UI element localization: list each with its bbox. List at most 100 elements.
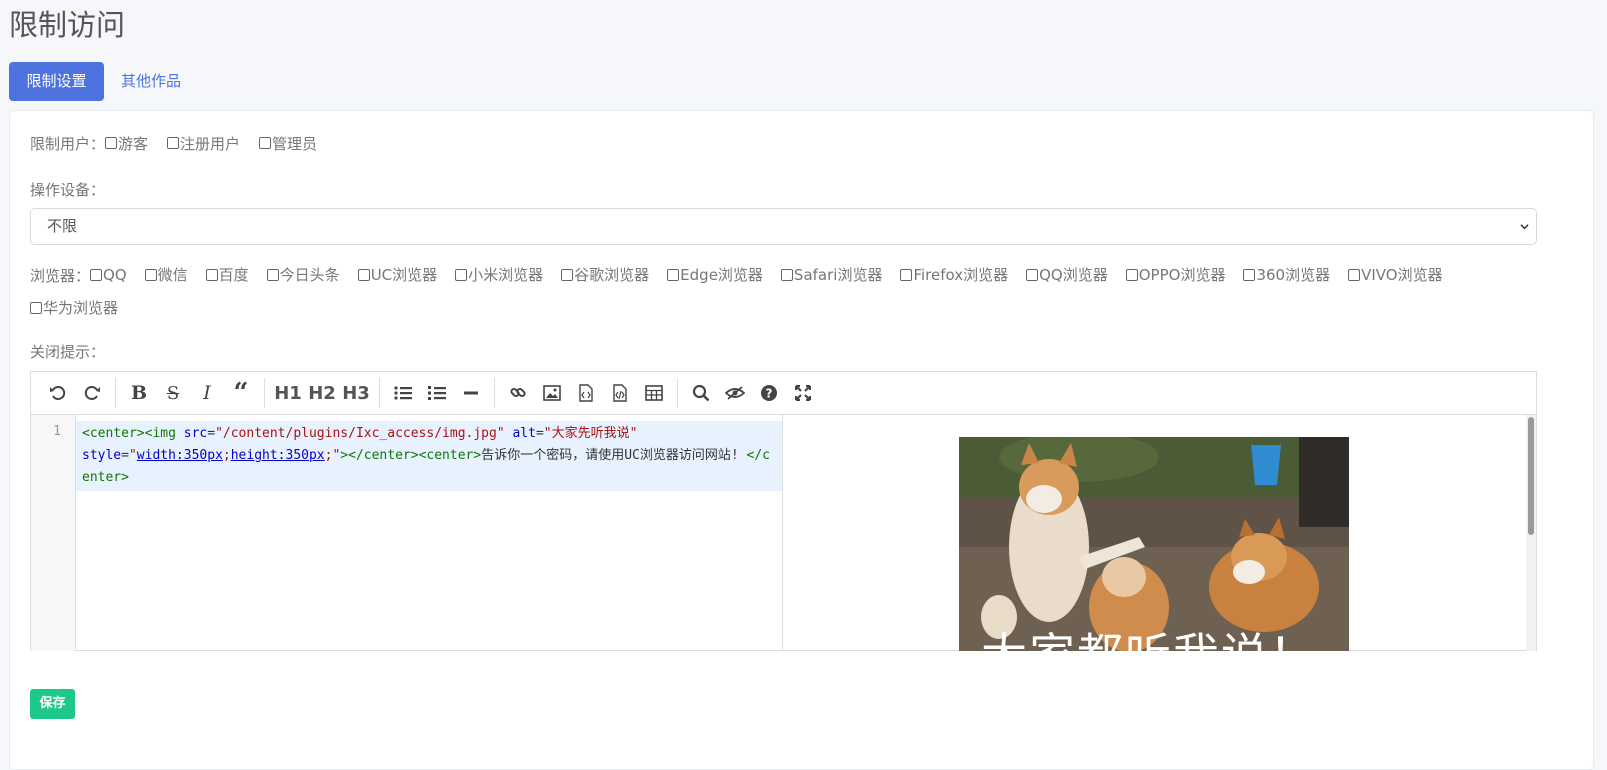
code-line[interactable]: <center><img src = "/content/plugins/Ixc_a… (76, 421, 782, 491)
browser-option-baidu[interactable]: 百度 (205, 259, 249, 291)
page-title: 限制访问 (9, 8, 126, 42)
code-editor[interactable]: <center><img src = "/content/plugins/Ixc_a… (76, 415, 783, 651)
preview-caption: 大家都听我说！ (981, 619, 1317, 651)
redo-icon[interactable] (75, 378, 109, 408)
browser-option-chrome[interactable]: 谷歌浏览器 (561, 259, 649, 291)
restrict-guest-option[interactable]: 游客 (105, 133, 148, 154)
save-button[interactable]: 保存 (30, 689, 75, 719)
browser-option-360[interactable]: 360浏览器 (1243, 259, 1330, 291)
browser-option-toutiao[interactable]: 今日头条 (266, 259, 340, 291)
code-token: <center><img (82, 426, 184, 441)
browser-option-label: 小米浏览器 (468, 266, 544, 284)
preview-toggle-icon[interactable] (718, 378, 752, 408)
browser-checkbox[interactable] (266, 269, 279, 281)
code-token: src (183, 426, 208, 441)
admin-checkbox[interactable] (259, 137, 272, 149)
browser-checkbox[interactable] (561, 269, 574, 281)
browser-option-xiaomi[interactable]: 小米浏览器 (455, 259, 543, 291)
browser-option-oppo[interactable]: OPPO浏览器 (1125, 259, 1226, 291)
browser-option-label: VIVO浏览器 (1361, 266, 1443, 284)
browser-checkbox[interactable] (900, 269, 913, 281)
browser-option-label: OPPO浏览器 (1138, 266, 1226, 284)
browser-checkbox[interactable] (1243, 269, 1256, 281)
heading1-button[interactable]: H1 (271, 378, 305, 408)
restrict-admin-option[interactable]: 管理员 (259, 133, 317, 154)
image-icon[interactable] (535, 378, 569, 408)
browser-checkbox[interactable] (205, 269, 218, 281)
browser-checkbox[interactable] (357, 269, 370, 281)
toolbar-divider (115, 378, 116, 408)
browser-checkbox[interactable] (1026, 269, 1039, 281)
device-label: 操作设备： (30, 181, 106, 199)
toolbar-divider (677, 378, 678, 408)
horizontal-rule-icon[interactable] (454, 378, 488, 408)
browser-checkbox[interactable] (30, 302, 42, 314)
code-token: style (82, 448, 122, 463)
registered-checkbox[interactable] (167, 137, 180, 149)
strikethrough-icon[interactable]: S (156, 378, 190, 408)
table-icon[interactable] (637, 378, 671, 408)
editor-toolbar: B S I “ H1 H2 H3 ? (31, 372, 1536, 415)
browser-option-firefox[interactable]: Firefox浏览器 (900, 259, 1008, 291)
heading2-button[interactable]: H2 (305, 378, 339, 408)
code-token: 告诉你一个密码，请使用UC浏览器访问网站! (481, 448, 747, 463)
markdown-editor: B S I “ H1 H2 H3 ? 1 <center><img src="/… (30, 371, 1537, 651)
browser-checkbox[interactable] (780, 269, 793, 281)
code-token: = (121, 448, 129, 463)
browser-option-wechat[interactable]: 微信 (144, 259, 188, 291)
ordered-list-icon[interactable] (420, 378, 454, 408)
browser-option-edge[interactable]: Edge浏览器 (667, 259, 763, 291)
browser-checkbox[interactable] (144, 269, 157, 281)
italic-icon[interactable]: I (190, 378, 224, 408)
restrict-users-row: 限制用户： 游客 注册用户 管理员 (30, 131, 336, 155)
settings-card: 限制用户： 游客 注册用户 管理员 操作设备： 不限 浏览器： QQ 微信 百度 今日头… (9, 110, 1594, 770)
browser-checkbox[interactable] (667, 269, 680, 281)
quote-icon[interactable]: “ (224, 378, 258, 408)
browser-option-label: 华为浏览器 (43, 299, 119, 317)
registered-label: 注册用户 (180, 134, 241, 153)
code-token: "/content/plugins/Ixc_access/img.jpg" (215, 426, 505, 441)
scrollbar-thumb[interactable] (1528, 417, 1534, 535)
tab-restrict-settings[interactable]: 限制设置 (9, 62, 104, 101)
browser-option-label: QQ浏览器 (1039, 266, 1108, 284)
code-block-icon[interactable] (603, 378, 637, 408)
device-select-value: 不限 (47, 217, 78, 235)
browser-checkbox[interactable] (1125, 269, 1138, 281)
browser-option-safari[interactable]: Safari浏览器 (780, 259, 883, 291)
search-icon[interactable] (684, 378, 718, 408)
fullscreen-icon[interactable] (786, 378, 820, 408)
code-token: ; (222, 448, 231, 463)
code-file-icon[interactable] (569, 378, 603, 408)
close-tip-label: 关闭提示： (30, 343, 106, 361)
line-number-gutter: 1 (31, 415, 76, 651)
browser-option-huawei[interactable]: 华为浏览器 (30, 292, 118, 324)
unordered-list-icon[interactable] (386, 378, 420, 408)
bold-icon[interactable]: B (122, 378, 156, 408)
tab-other-works[interactable]: 其他作品 (121, 62, 181, 101)
browser-checkbox[interactable] (455, 269, 468, 281)
browser-checkbox[interactable] (1348, 269, 1361, 281)
toolbar-divider (264, 378, 265, 408)
link-icon[interactable] (501, 378, 535, 408)
browser-option-uc[interactable]: UC浏览器 (357, 259, 438, 291)
chevron-down-icon (1520, 224, 1529, 230)
browser-option-label: 微信 (157, 266, 188, 284)
restrict-registered-option[interactable]: 注册用户 (167, 133, 240, 154)
guest-checkbox[interactable] (105, 137, 118, 149)
browser-option-qq[interactable]: QQ (90, 259, 127, 291)
device-select[interactable]: 不限 (30, 208, 1537, 245)
help-icon[interactable]: ? (752, 378, 786, 408)
restrict-users-label: 限制用户： (30, 134, 106, 153)
browser-option-label: QQ (103, 266, 127, 284)
code-token: alt (504, 426, 536, 441)
browser-option-vivo[interactable]: VIVO浏览器 (1348, 259, 1443, 291)
browser-option-label: Firefox浏览器 (913, 266, 1009, 284)
heading3-button[interactable]: H3 (339, 378, 373, 408)
browser-checkbox[interactable] (90, 269, 103, 281)
preview-scrollbar[interactable] (1526, 415, 1536, 651)
admin-label: 管理员 (272, 134, 318, 153)
undo-icon[interactable] (41, 378, 75, 408)
browser-option-label: UC浏览器 (370, 266, 438, 284)
browser-option-label: Safari浏览器 (793, 266, 883, 284)
browser-option-qq-browser[interactable]: QQ浏览器 (1026, 259, 1108, 291)
